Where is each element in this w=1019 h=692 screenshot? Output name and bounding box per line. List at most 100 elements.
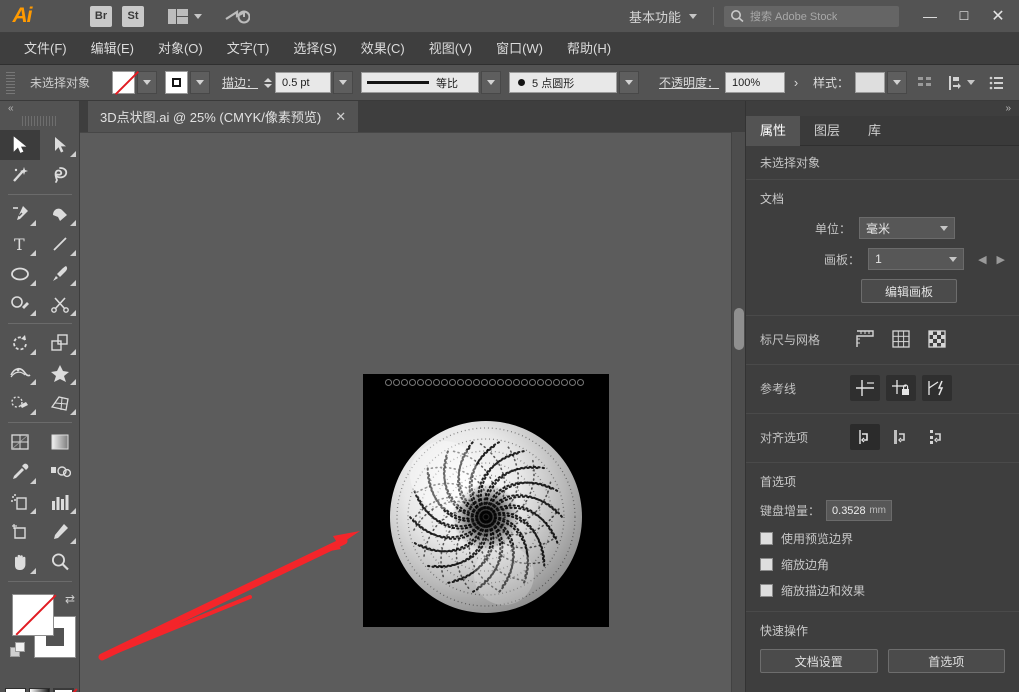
- creative-cloud-sync-icon[interactable]: [224, 6, 250, 26]
- menu-window[interactable]: 窗口(W): [484, 33, 555, 65]
- curvature-tool[interactable]: [40, 199, 80, 229]
- stroke-weight-dropdown-button[interactable]: [333, 71, 354, 94]
- minimize-button[interactable]: —: [913, 0, 947, 33]
- stroke-swatch[interactable]: [165, 71, 189, 94]
- none-mode-button[interactable]: [53, 688, 78, 692]
- artboard-select[interactable]: 1: [868, 248, 965, 270]
- panel-expand-button[interactable]: »: [746, 101, 1019, 116]
- pen-tool[interactable]: [0, 199, 40, 229]
- menu-select[interactable]: 选择(S): [281, 33, 348, 65]
- align-to-artboard-icon[interactable]: [886, 424, 916, 450]
- line-segment-tool[interactable]: [40, 229, 80, 259]
- scale-strokes-effects-checkbox[interactable]: 缩放描边和效果: [760, 582, 1005, 599]
- use-preview-bounds-checkbox[interactable]: 使用预览边界: [760, 530, 1005, 547]
- stroke-weight-label[interactable]: 描边：: [222, 74, 258, 91]
- color-swatch-mode-button[interactable]: [5, 688, 26, 692]
- tools-collapse-button[interactable]: «: [0, 101, 79, 116]
- opacity-label[interactable]: 不透明度：: [659, 74, 719, 91]
- lasso-tool[interactable]: [40, 160, 80, 190]
- unit-select[interactable]: 毫米: [859, 217, 955, 239]
- perspective-grid-tool[interactable]: [40, 388, 80, 418]
- graphic-style-swatch[interactable]: [855, 72, 886, 93]
- tab-layers[interactable]: 图层: [800, 116, 854, 146]
- opacity-expand-button[interactable]: ›: [785, 72, 807, 93]
- magic-wand-tool[interactable]: [0, 160, 40, 190]
- canvas-area[interactable]: [80, 132, 745, 692]
- menu-type[interactable]: 文字(T): [215, 33, 282, 65]
- close-icon[interactable]: ✕: [335, 109, 346, 125]
- default-fill-stroke-button[interactable]: [10, 642, 26, 658]
- show-transparency-grid-icon[interactable]: [922, 326, 952, 352]
- stroke-weight-input[interactable]: 0.5 pt: [275, 72, 332, 93]
- shape-builder-tool[interactable]: [0, 388, 40, 418]
- show-guides-icon[interactable]: [850, 375, 880, 401]
- scrollbar-thumb[interactable]: [734, 308, 744, 350]
- document-tab[interactable]: 3D点状图.ai @ 25% (CMYK/像素预览) ✕: [88, 101, 359, 132]
- scale-tool[interactable]: [40, 328, 80, 358]
- stock-search-input[interactable]: 搜索 Adobe Stock: [724, 5, 899, 27]
- show-grid-icon[interactable]: [886, 326, 916, 352]
- artboard-tool[interactable]: [0, 517, 40, 547]
- hand-tool[interactable]: [0, 547, 40, 577]
- paintbrush-tool[interactable]: [40, 259, 80, 289]
- edit-artboard-button[interactable]: 编辑画板: [861, 279, 957, 303]
- arrange-documents-button[interactable]: [168, 8, 202, 24]
- eyedropper-tool[interactable]: [0, 457, 40, 487]
- menu-object[interactable]: 对象(O): [146, 33, 215, 65]
- brush-definition-field[interactable]: 5 点圆形: [509, 72, 618, 93]
- align-to-selection-icon[interactable]: [850, 424, 880, 450]
- opacity-input[interactable]: 100%: [725, 72, 786, 93]
- stroke-profile-dropdown-button[interactable]: [481, 71, 502, 94]
- tab-properties[interactable]: 属性: [746, 116, 801, 146]
- free-transform-tool[interactable]: [40, 358, 80, 388]
- bridge-launch-button[interactable]: Br: [90, 5, 112, 27]
- fill-dropdown-button[interactable]: [137, 71, 158, 94]
- maximize-button[interactable]: ☐: [947, 0, 981, 33]
- stroke-profile-field[interactable]: 等比: [361, 72, 480, 93]
- workspace-switcher[interactable]: 基本功能: [623, 7, 703, 26]
- tools-panel-grip[interactable]: [21, 116, 58, 126]
- brush-dropdown-button[interactable]: [619, 71, 640, 94]
- ellipse-tool[interactable]: [0, 259, 40, 289]
- slice-tool[interactable]: [40, 517, 80, 547]
- fill-color-box[interactable]: [12, 594, 57, 636]
- blend-tool[interactable]: [40, 457, 80, 487]
- column-graph-tool[interactable]: [40, 487, 80, 517]
- scale-corners-checkbox[interactable]: 缩放边角: [760, 556, 1005, 573]
- show-rulers-icon[interactable]: [850, 326, 880, 352]
- fill-control[interactable]: [112, 70, 218, 96]
- symbol-sprayer-tool[interactable]: [0, 487, 40, 517]
- zoom-tool[interactable]: [40, 547, 80, 577]
- menu-file[interactable]: 文件(F): [12, 33, 79, 65]
- stroke-dropdown-button[interactable]: [190, 71, 211, 94]
- smart-guides-icon[interactable]: [922, 375, 952, 401]
- swap-fill-stroke-icon[interactable]: ⇄: [65, 592, 75, 606]
- menu-edit[interactable]: 编辑(E): [79, 33, 146, 65]
- preferences-button[interactable]: 首选项: [887, 649, 1005, 673]
- keyboard-increment-input[interactable]: 0.3528 mm: [826, 500, 893, 521]
- stock-launch-button[interactable]: St: [122, 5, 144, 27]
- artboard[interactable]: [363, 374, 609, 627]
- fill-swatch[interactable]: [112, 70, 140, 96]
- arrange-button[interactable]: [947, 75, 975, 91]
- gradient-mode-button[interactable]: [29, 688, 50, 692]
- align-to-key-object-icon[interactable]: [922, 424, 952, 450]
- tab-libraries[interactable]: 库: [854, 116, 895, 146]
- scissors-tool[interactable]: [40, 289, 80, 319]
- width-tool[interactable]: [0, 358, 40, 388]
- gradient-tool[interactable]: [40, 427, 80, 457]
- stroke-weight-stepper[interactable]: [264, 77, 273, 88]
- canvas-vertical-scrollbar[interactable]: [731, 132, 745, 692]
- document-setup-button[interactable]: 文档设置: [760, 649, 878, 673]
- next-artboard-button[interactable]: ▶: [997, 253, 1005, 266]
- menu-help[interactable]: 帮助(H): [555, 33, 623, 65]
- type-tool[interactable]: T: [0, 229, 40, 259]
- style-dropdown-button[interactable]: [887, 71, 908, 94]
- direct-selection-tool[interactable]: [40, 130, 80, 160]
- lock-guides-icon[interactable]: [886, 375, 916, 401]
- shaper-tool[interactable]: [0, 289, 40, 319]
- control-bar-menu-button[interactable]: [989, 76, 1005, 90]
- close-button[interactable]: ✕: [981, 0, 1015, 33]
- mesh-tool[interactable]: [0, 427, 40, 457]
- control-bar-grip[interactable]: [6, 71, 15, 94]
